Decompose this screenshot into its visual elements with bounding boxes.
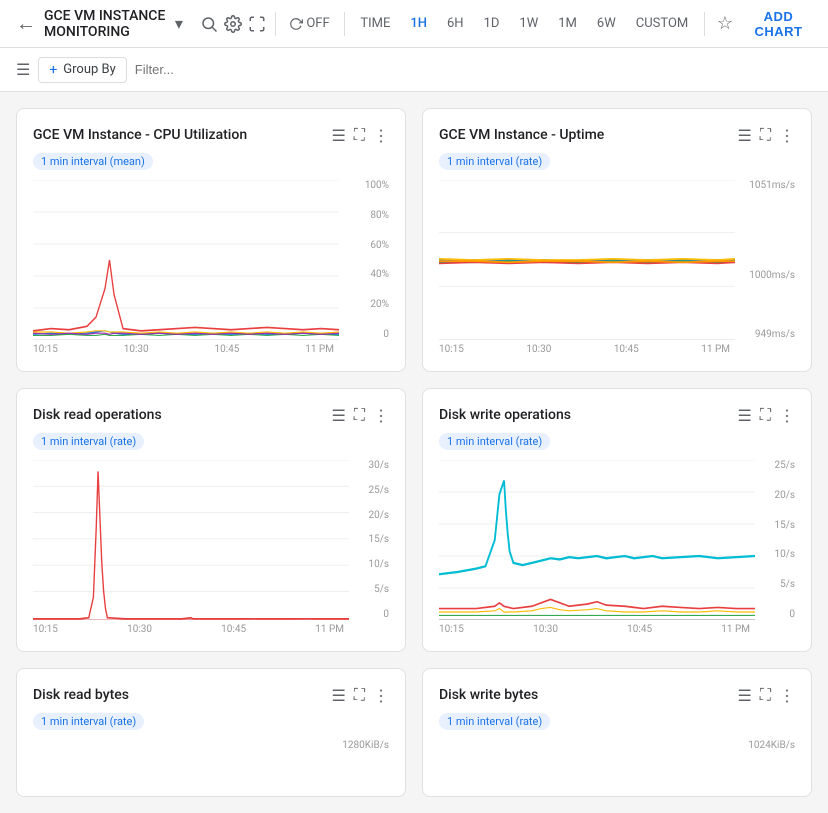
filterbar: ☰ + Group By bbox=[0, 48, 828, 92]
x-axis-cpu: 10:15 10:30 10:45 11 PM bbox=[33, 344, 389, 355]
favorite-button[interactable]: ☆ bbox=[713, 9, 737, 38]
chart-card-disk-read-bytes: Disk read bytes ☰ ⛶ ⋮ 1 min interval (ra… bbox=[16, 668, 406, 797]
chart-title-disk-write-bytes: Disk write bytes bbox=[439, 687, 538, 703]
menu-icon[interactable]: ☰ bbox=[16, 60, 30, 79]
time-btn-6w[interactable]: 6W bbox=[589, 12, 624, 35]
more-icon-cpu[interactable]: ⋮ bbox=[373, 126, 389, 145]
time-btn-1m[interactable]: 1M bbox=[550, 12, 585, 35]
y-axis-disk-write-ops: 25/s 20/s 15/s 10/s 5/s 0 bbox=[755, 460, 795, 620]
interval-badge-disk-read-bytes: 1 min interval (rate) bbox=[33, 713, 144, 730]
y-axis-uptime: 1051ms/s 1000ms/s 949ms/s bbox=[735, 180, 795, 340]
divider2 bbox=[344, 12, 345, 36]
chart-svg-disk-write-ops bbox=[439, 460, 755, 620]
expand-icon-disk-read-bytes[interactable]: ⛶ bbox=[354, 685, 365, 705]
x-axis-uptime: 10:15 10:30 10:45 11 PM bbox=[439, 344, 795, 355]
chart-area-disk-write-bytes: 1024KiB/s bbox=[439, 740, 795, 780]
chart-header-cpu: GCE VM Instance - CPU Utilization ☰ ⛶ ⋮ bbox=[33, 125, 389, 145]
chart-svg-disk-read-ops bbox=[33, 460, 349, 620]
more-icon-disk-read-bytes[interactable]: ⋮ bbox=[373, 686, 389, 705]
legend-icon-disk-write-ops[interactable]: ☰ bbox=[737, 406, 751, 425]
time-btn-6h[interactable]: 6H bbox=[439, 12, 472, 35]
chart-title-disk-read-bytes: Disk read bytes bbox=[33, 687, 129, 703]
interval-badge-cpu: 1 min interval (mean) bbox=[33, 153, 153, 170]
plus-icon: + bbox=[49, 62, 57, 78]
time-btn-custom[interactable]: CUSTOM bbox=[628, 12, 696, 35]
title-text: GCE VM INSTANCE MONITORING bbox=[44, 8, 171, 40]
back-button[interactable]: ← bbox=[12, 7, 40, 40]
chart-area-cpu: 100% 80% 60% 40% 20% 0 bbox=[33, 180, 389, 340]
add-chart-button[interactable]: ADD CHART bbox=[741, 3, 816, 45]
chart-header-disk-write-bytes: Disk write bytes ☰ ⛶ ⋮ bbox=[439, 685, 795, 705]
chart-icons-cpu: ☰ ⛶ ⋮ bbox=[331, 125, 389, 145]
page-title: GCE VM INSTANCE MONITORING ▾ bbox=[44, 8, 183, 40]
legend-icon-disk-write-bytes[interactable]: ☰ bbox=[737, 686, 751, 705]
legend-icon-disk-read-bytes[interactable]: ☰ bbox=[331, 686, 345, 705]
settings-button[interactable] bbox=[223, 8, 243, 40]
time-btn-1w[interactable]: 1W bbox=[511, 12, 546, 35]
y-axis-disk-read-ops: 30/s 25/s 20/s 15/s 10/s 5/s 0 bbox=[349, 460, 389, 620]
y-max-disk-read-bytes: 1280KiB/s bbox=[342, 740, 389, 751]
topbar: ← GCE VM INSTANCE MONITORING ▾ OFF TIME … bbox=[0, 0, 828, 48]
expand-icon-uptime[interactable]: ⛶ bbox=[760, 125, 771, 145]
more-icon-disk-read-ops[interactable]: ⋮ bbox=[373, 406, 389, 425]
legend-icon-cpu[interactable]: ☰ bbox=[331, 126, 345, 145]
chart-area-disk-write-ops: 25/s 20/s 15/s 10/s 5/s 0 bbox=[439, 460, 795, 620]
chart-card-disk-write-bytes: Disk write bytes ☰ ⛶ ⋮ 1 min interval (r… bbox=[422, 668, 812, 797]
group-by-button[interactable]: + Group By bbox=[38, 57, 126, 83]
refresh-icon[interactable]: OFF bbox=[283, 8, 335, 40]
more-icon-uptime[interactable]: ⋮ bbox=[779, 126, 795, 145]
chart-icons-disk-write-bytes: ☰ ⛶ ⋮ bbox=[737, 685, 795, 705]
chart-card-cpu: GCE VM Instance - CPU Utilization ☰ ⛶ ⋮ … bbox=[16, 108, 406, 372]
chart-header-disk-read-ops: Disk read operations ☰ ⛶ ⋮ bbox=[33, 405, 389, 425]
chart-header-disk-write-ops: Disk write operations ☰ ⛶ ⋮ bbox=[439, 405, 795, 425]
more-icon-disk-write-ops[interactable]: ⋮ bbox=[779, 406, 795, 425]
chart-title-cpu: GCE VM Instance - CPU Utilization bbox=[33, 127, 247, 143]
x-axis-disk-write-ops: 10:15 10:30 10:45 11 PM bbox=[439, 624, 795, 635]
chart-svg-cpu bbox=[33, 180, 339, 340]
chart-title-uptime: GCE VM Instance - Uptime bbox=[439, 127, 604, 143]
interval-badge-uptime: 1 min interval (rate) bbox=[439, 153, 550, 170]
chart-header-uptime: GCE VM Instance - Uptime ☰ ⛶ ⋮ bbox=[439, 125, 795, 145]
chart-icons-disk-write-ops: ☰ ⛶ ⋮ bbox=[737, 405, 795, 425]
interval-badge-disk-write-bytes: 1 min interval (rate) bbox=[439, 713, 550, 730]
chart-title-disk-write-ops: Disk write operations bbox=[439, 407, 571, 423]
chart-area-uptime: 1051ms/s 1000ms/s 949ms/s bbox=[439, 180, 795, 340]
time-btn-1d[interactable]: 1D bbox=[476, 12, 508, 35]
legend-icon-disk-read-ops[interactable]: ☰ bbox=[331, 406, 345, 425]
interval-badge-disk-write-ops: 1 min interval (rate) bbox=[439, 433, 550, 450]
chart-card-uptime: GCE VM Instance - Uptime ☰ ⛶ ⋮ 1 min int… bbox=[422, 108, 812, 372]
time-btn-1h[interactable]: 1H bbox=[402, 12, 435, 35]
title-chevron-icon[interactable]: ▾ bbox=[175, 14, 183, 33]
divider bbox=[275, 12, 276, 36]
interval-badge-disk-read-ops: 1 min interval (rate) bbox=[33, 433, 144, 450]
chart-icons-disk-read-ops: ☰ ⛶ ⋮ bbox=[331, 405, 389, 425]
chart-header-disk-read-bytes: Disk read bytes ☰ ⛶ ⋮ bbox=[33, 685, 389, 705]
search-button[interactable] bbox=[199, 8, 219, 40]
legend-icon-uptime[interactable]: ☰ bbox=[737, 126, 751, 145]
fullscreen-button[interactable] bbox=[247, 8, 267, 40]
expand-icon-disk-write-bytes[interactable]: ⛶ bbox=[760, 685, 771, 705]
filter-input[interactable] bbox=[135, 62, 812, 77]
chart-area-disk-read-bytes: 1280KiB/s bbox=[33, 740, 389, 780]
dashboard: GCE VM Instance - CPU Utilization ☰ ⛶ ⋮ … bbox=[0, 92, 828, 813]
chart-icons-uptime: ☰ ⛶ ⋮ bbox=[737, 125, 795, 145]
refresh-label: OFF bbox=[306, 16, 329, 31]
chart-card-disk-write-ops: Disk write operations ☰ ⛶ ⋮ 1 min interv… bbox=[422, 388, 812, 652]
expand-icon-cpu[interactable]: ⛶ bbox=[354, 125, 365, 145]
time-btn-time[interactable]: TIME bbox=[352, 12, 398, 35]
group-by-label: Group By bbox=[63, 62, 116, 77]
expand-icon-disk-read-ops[interactable]: ⛶ bbox=[354, 405, 365, 425]
x-axis-disk-read-ops: 10:15 10:30 10:45 11 PM bbox=[33, 624, 389, 635]
divider3 bbox=[704, 12, 705, 36]
chart-icons-disk-read-bytes: ☰ ⛶ ⋮ bbox=[331, 685, 389, 705]
more-icon-disk-write-bytes[interactable]: ⋮ bbox=[779, 686, 795, 705]
chart-title-disk-read-ops: Disk read operations bbox=[33, 407, 162, 423]
expand-icon-disk-write-ops[interactable]: ⛶ bbox=[760, 405, 771, 425]
chart-area-disk-read-ops: 30/s 25/s 20/s 15/s 10/s 5/s 0 bbox=[33, 460, 389, 620]
y-max-disk-write-bytes: 1024KiB/s bbox=[748, 740, 795, 751]
y-axis-cpu: 100% 80% 60% 40% 20% 0 bbox=[339, 180, 389, 340]
chart-svg-uptime bbox=[439, 180, 735, 340]
chart-card-disk-read-ops: Disk read operations ☰ ⛶ ⋮ 1 min interva… bbox=[16, 388, 406, 652]
